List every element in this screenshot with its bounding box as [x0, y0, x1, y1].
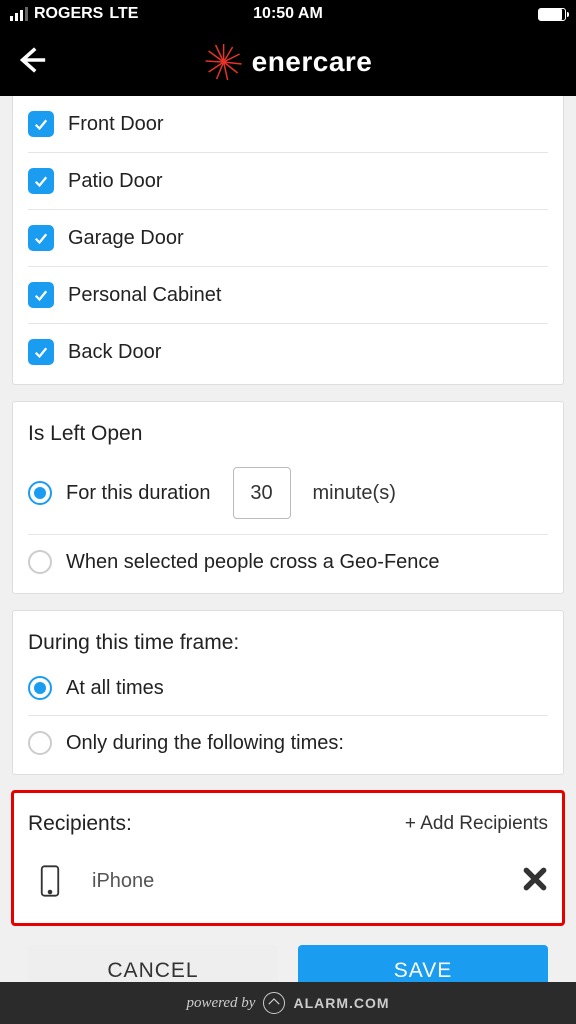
checklist-label: Personal Cabinet	[68, 284, 221, 307]
status-bar: ROGERS LTE 10:50 AM	[0, 0, 576, 28]
checklist-label: Patio Door	[68, 170, 163, 193]
radio-unselected-icon[interactable]	[28, 550, 52, 574]
checkbox-checked-icon[interactable]	[28, 225, 54, 251]
checklist-label: Back Door	[68, 341, 161, 364]
geofence-option[interactable]: When selected people cross a Geo-Fence	[28, 535, 548, 589]
duration-input[interactable]	[233, 467, 291, 519]
time-option[interactable]: Only during the following times:	[28, 716, 548, 770]
checklist-label: Garage Door	[68, 227, 184, 250]
alarm-badge-icon	[263, 992, 285, 1014]
time-frame-title: During this time frame:	[28, 615, 548, 661]
sensor-checklist: Front Door Patio Door Garage Door Person…	[12, 96, 564, 385]
radio-unselected-icon[interactable]	[28, 731, 52, 755]
add-recipients-button[interactable]: + Add Recipients	[405, 813, 548, 835]
brand-logo: enercare	[204, 42, 373, 82]
option-label: When selected people cross a Geo-Fence	[66, 551, 440, 574]
app-header: enercare	[0, 28, 576, 96]
back-button[interactable]	[14, 43, 48, 82]
brand-icon	[204, 42, 244, 82]
checklist-item[interactable]: Back Door	[28, 324, 548, 380]
footer: powered by ALARM.COM	[0, 982, 576, 1024]
checkbox-checked-icon[interactable]	[28, 168, 54, 194]
checklist-item[interactable]: Garage Door	[28, 210, 548, 267]
radio-selected-icon[interactable]	[28, 676, 52, 700]
remove-recipient-button[interactable]	[522, 866, 548, 897]
carrier-label: ROGERS	[34, 5, 103, 23]
checklist-label: Front Door	[68, 113, 164, 136]
checklist-item[interactable]: Personal Cabinet	[28, 267, 548, 324]
option-label: At all times	[66, 677, 164, 700]
recipient-label: iPhone	[92, 870, 502, 893]
checklist-item[interactable]: Patio Door	[28, 153, 548, 210]
duration-unit: minute(s)	[313, 482, 396, 505]
clock: 10:50 AM	[195, 5, 380, 23]
time-option[interactable]: At all times	[28, 661, 548, 716]
battery-icon	[538, 8, 566, 21]
left-open-card: Is Left Open For this duration minute(s)…	[12, 401, 564, 594]
checklist-item[interactable]: Front Door	[28, 96, 548, 153]
checkbox-checked-icon[interactable]	[28, 339, 54, 365]
option-label: Only during the following times:	[66, 732, 344, 755]
duration-option[interactable]: For this duration minute(s)	[28, 452, 548, 535]
checkbox-checked-icon[interactable]	[28, 111, 54, 137]
powered-by-label: powered by	[186, 995, 255, 1012]
recipient-item: iPhone	[28, 846, 548, 920]
radio-selected-icon[interactable]	[28, 481, 52, 505]
brand-name: enercare	[252, 46, 373, 78]
option-label: For this duration	[66, 482, 211, 505]
time-frame-card: During this time frame: At all times Onl…	[12, 610, 564, 775]
left-open-title: Is Left Open	[28, 406, 548, 452]
phone-icon	[28, 864, 72, 898]
network-label: LTE	[109, 5, 138, 23]
recipients-title: Recipients:	[28, 812, 132, 836]
recipients-card: Recipients: + Add Recipients iPhone	[12, 791, 564, 925]
signal-icon	[10, 7, 28, 21]
footer-brand: ALARM.COM	[293, 995, 389, 1011]
checkbox-checked-icon[interactable]	[28, 282, 54, 308]
